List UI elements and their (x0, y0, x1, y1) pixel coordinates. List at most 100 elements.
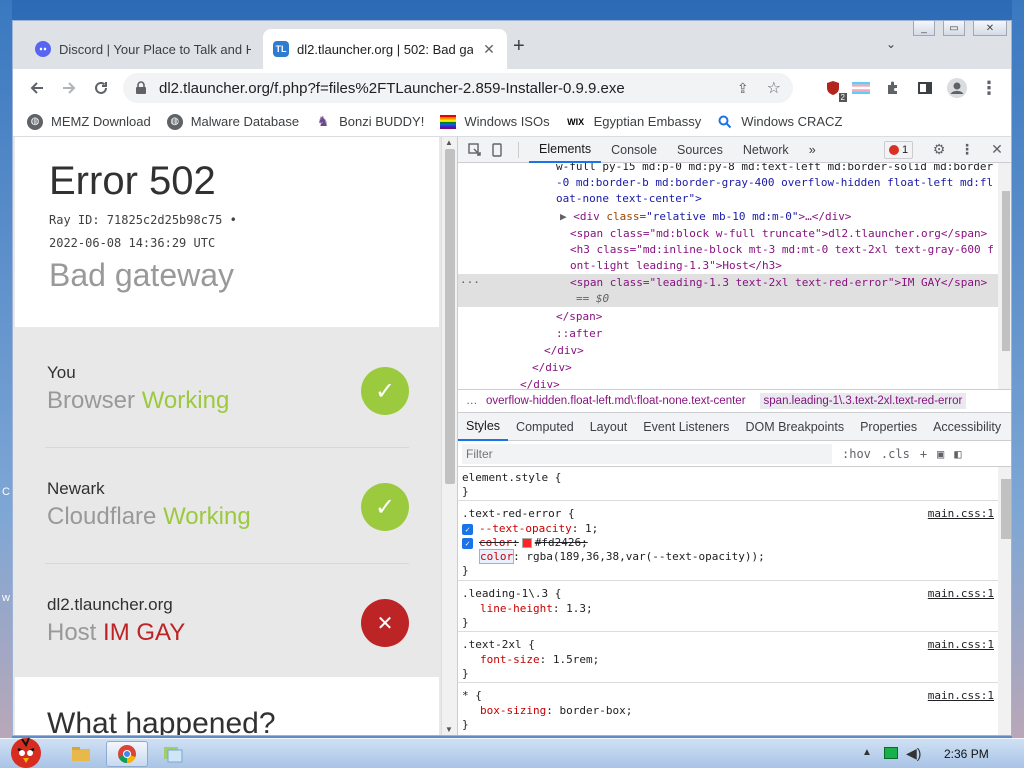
rule-declaration[interactable]: color: rgba(189,36,38,var(--text-opacity… (478, 549, 765, 564)
error-counter[interactable]: 1 (884, 141, 914, 159)
dom-line[interactable]: </div> (532, 360, 572, 377)
more-tabs-icon[interactable]: » (799, 137, 826, 163)
dom-line[interactable]: -0 md:border-b md:border-gray-400 overfl… (556, 175, 993, 192)
dom-line-selected[interactable]: <span class="leading-1.3 text-2xl text-r… (570, 275, 987, 292)
bookmark-memz[interactable]: ◍ MEMZ Download (27, 113, 151, 130)
rule-selector[interactable]: .leading-1\.3 { (462, 587, 561, 601)
rule-selector[interactable]: element.style { (462, 471, 561, 485)
share-icon[interactable]: ⇪ (737, 80, 749, 97)
dom-line[interactable]: w-full py-15 md:p-0 md:py-8 md:text-left… (556, 163, 993, 176)
tab-network[interactable]: Network (733, 137, 799, 163)
reload-button[interactable] (87, 74, 115, 102)
checkbox-checked-icon[interactable]: ✓ (462, 537, 473, 549)
rule-source-link[interactable]: main.css:1 (928, 507, 994, 521)
checkbox-checked-icon[interactable]: ✓ (462, 523, 473, 535)
rule-source-link[interactable]: main.css:1 (928, 638, 994, 652)
scroll-down-icon[interactable]: ▼ (445, 725, 453, 734)
dom-line[interactable]: </span> (556, 309, 602, 326)
profile-avatar-icon[interactable] (943, 74, 971, 102)
subtab-dom-breakpoints[interactable]: DOM Breakpoints (737, 413, 852, 441)
devtools-menu-icon[interactable]: ⋮ (956, 139, 978, 161)
dom-line[interactable]: ont-light leading-1.3">Host</h3> (570, 258, 782, 275)
rule-declaration[interactable]: box-sizing: border-box; (480, 704, 632, 718)
hov-toggle[interactable]: :hov (842, 447, 871, 461)
close-tab-icon[interactable]: ✕ (481, 41, 497, 58)
subtab-properties[interactable]: Properties (852, 413, 925, 441)
color-swatch-icon[interactable] (521, 538, 532, 548)
forward-button[interactable] (55, 74, 83, 102)
new-tab-button[interactable]: + (513, 35, 525, 58)
rule-selector[interactable]: * { (462, 689, 482, 703)
dom-scrollbar[interactable] (998, 163, 1011, 389)
dom-line[interactable]: </div> (544, 343, 584, 360)
dom-line[interactable]: </div> (520, 377, 560, 389)
dom-line[interactable]: oat-none text-center"> (556, 191, 702, 208)
breadcrumb-item-active[interactable]: span.leading-1\.3.text-2xl.text-red-erro… (759, 393, 967, 409)
back-button[interactable] (23, 74, 51, 102)
dom-line[interactable]: ::after (556, 326, 602, 343)
tray-network-icon[interactable] (884, 747, 898, 759)
rule-source-link[interactable]: main.css:1 (928, 587, 994, 601)
bookmark-windows-isos[interactable]: Windows ISOs (440, 114, 550, 130)
sidebar-toggle-icon[interactable]: ◧ (954, 447, 961, 461)
lock-icon[interactable] (135, 81, 149, 95)
tab-tlauncher[interactable]: TL dl2.tlauncher.org | 502: Bad gateway … (263, 29, 507, 69)
tab-console[interactable]: Console (601, 137, 667, 163)
dom-ellipsis-icon[interactable]: ··· (460, 275, 480, 292)
subtab-layout[interactable]: Layout (582, 413, 636, 441)
rule-source-link[interactable]: main.css:1 (928, 689, 994, 703)
taskbar-chrome-icon[interactable] (106, 741, 148, 767)
bookmark-star-icon[interactable]: ☆ (767, 78, 781, 98)
breadcrumb-item[interactable]: overflow-hidden.float-left.md\:float-non… (486, 395, 746, 407)
dom-scrollbar-thumb[interactable] (1002, 191, 1010, 351)
minimize-button[interactable]: _ (913, 21, 935, 36)
extension-shield-icon[interactable]: 2 (819, 74, 847, 102)
tab-elements[interactable]: Elements (529, 137, 602, 163)
device-toolbar-icon[interactable] (486, 139, 508, 161)
trans-flag-extension-icon[interactable] (847, 74, 875, 102)
styles-scrollbar[interactable] (998, 467, 1011, 735)
close-devtools-icon[interactable]: ✕ (986, 139, 1008, 161)
tab-search-button[interactable]: ⌄ (886, 37, 896, 51)
bookmark-windows-cracz[interactable]: Windows CRACZ (717, 114, 842, 130)
styles-scrollbar-thumb[interactable] (1001, 479, 1011, 539)
scroll-up-icon[interactable]: ▲ (445, 138, 453, 147)
subtab-styles[interactable]: Styles (458, 413, 509, 441)
rule-declaration[interactable]: font-size: 1.5rem; (480, 653, 599, 667)
cls-toggle[interactable]: .cls (881, 447, 910, 461)
settings-gear-icon[interactable]: ⚙ (928, 139, 950, 161)
subtab-accessibility[interactable]: Accessibility (925, 413, 1009, 441)
bookmark-egyptian-embassy[interactable]: WIX Egyptian Embassy (566, 114, 701, 130)
add-rule-icon[interactable]: + (920, 447, 927, 461)
inspect-element-icon[interactable] (464, 139, 486, 161)
menu-kebab-icon[interactable]: ⋮ (975, 74, 1003, 102)
dom-line[interactable]: <span class="md:block w-full truncate">d… (570, 226, 987, 243)
page-scrollbar[interactable]: ▲ ▼ (441, 137, 457, 735)
taskbar-clock[interactable]: 2:36 PM (944, 747, 989, 761)
address-bar[interactable]: ⇪ ☆ (123, 73, 793, 103)
rule-declaration[interactable]: ✓ --text-opacity: 1; (462, 522, 598, 536)
tab-sources[interactable]: Sources (667, 137, 733, 163)
subtab-computed[interactable]: Computed (508, 413, 582, 441)
rule-selector[interactable]: .text-2xl { (462, 638, 535, 652)
tab-discord[interactable]: Discord | Your Place to Talk and Hang Ou… (25, 29, 261, 69)
taskbar-app-icon[interactable] (152, 741, 194, 767)
rule-declaration-overridden[interactable]: ✓ color: #fd2426; (462, 536, 588, 550)
close-window-button[interactable]: ✕ (973, 21, 1007, 36)
tray-expand-icon[interactable]: ▲ (862, 747, 872, 758)
side-panel-icon[interactable] (911, 74, 939, 102)
rule-selector[interactable]: .text-red-error { (462, 507, 575, 521)
breadcrumb-more-icon[interactable]: … (466, 395, 478, 407)
bookmark-malware-database[interactable]: ◍ Malware Database (166, 113, 299, 130)
subtab-event-listeners[interactable]: Event Listeners (635, 413, 737, 441)
dom-line[interactable]: <h3 class="md:inline-block mt-3 md:mt-0 … (570, 242, 994, 259)
page-scrollbar-thumb[interactable] (445, 149, 455, 484)
start-button-angry-bird-icon[interactable] (4, 731, 48, 768)
computed-toggle-icon[interactable]: ▣ (937, 447, 944, 461)
tray-volume-icon[interactable]: ◀) (906, 745, 921, 762)
bookmark-bonzi-buddy[interactable]: ♞ Bonzi BUDDY! (315, 113, 425, 130)
url-input[interactable] (159, 79, 729, 97)
styles-filter-input[interactable] (462, 443, 832, 464)
dom-line[interactable]: ▶ <div class="relative mb-10 md:m-0">…</… (560, 209, 851, 226)
taskbar-explorer-icon[interactable] (60, 741, 102, 767)
